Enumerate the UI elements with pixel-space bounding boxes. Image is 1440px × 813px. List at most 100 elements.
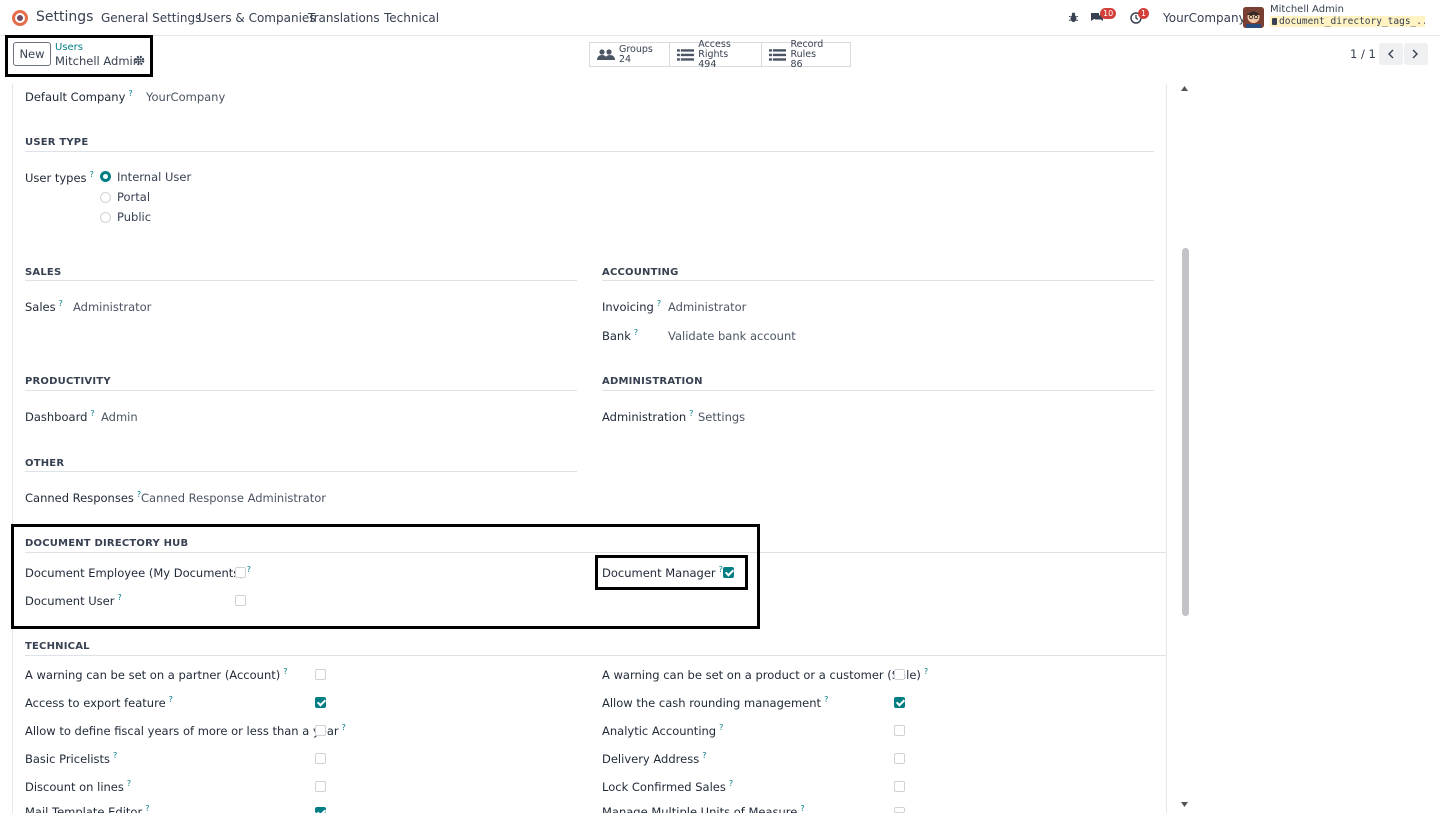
tech-right-4-label: Lock Confirmed Sales? [602, 779, 733, 794]
help-tooltip-icon[interactable]: ? [634, 328, 638, 337]
tech-left-2-checkbox[interactable] [315, 725, 326, 736]
dashboard-field[interactable]: Admin [101, 410, 138, 424]
debug-bug-icon[interactable] [1068, 12, 1079, 23]
dashboard-label-text: Dashboard [25, 409, 88, 424]
help-tooltip-icon[interactable]: ? [702, 751, 706, 760]
scroll-up-icon[interactable] [1181, 86, 1188, 91]
help-tooltip-icon[interactable]: ? [127, 779, 131, 788]
pager-next-button[interactable] [1404, 43, 1428, 65]
smart-access-rights-count: 494 [698, 58, 717, 70]
pager-previous-button[interactable] [1379, 43, 1403, 65]
section-accounting: ACCOUNTING [602, 267, 679, 278]
bank-field[interactable]: Validate bank account [668, 329, 796, 343]
help-tooltip-icon[interactable]: ? [719, 723, 723, 732]
smart-button-groups[interactable]: Groups 24 [589, 42, 670, 67]
help-tooltip-icon[interactable]: ? [689, 409, 693, 418]
sales-label-text: Sales [25, 299, 56, 314]
help-tooltip-icon[interactable]: ? [729, 779, 733, 788]
tech-left-1-label: Access to export feature? [25, 695, 173, 710]
radio-internal-user-label[interactable]: Internal User [117, 170, 191, 184]
help-tooltip-icon[interactable]: ? [283, 667, 287, 676]
help-tooltip-icon[interactable]: ? [113, 751, 117, 760]
divider [25, 471, 577, 472]
radio-portal-label[interactable]: Portal [117, 190, 150, 204]
top-navbar: Settings General Settings Users & Compan… [0, 0, 1440, 36]
tech-right-3-label: Delivery Address? [602, 751, 706, 766]
database-name: document_directory_tags_... [1270, 16, 1425, 27]
tech-right-0-label: A warning can be set on a product or a c… [602, 667, 928, 682]
radio-public[interactable] [100, 212, 111, 223]
divider [25, 280, 577, 281]
help-tooltip-icon[interactable]: ? [824, 695, 828, 704]
user-name[interactable]: Mitchell Admin [1270, 4, 1344, 15]
list-icon [677, 48, 695, 61]
invoicing-label: Invoicing? [602, 299, 661, 314]
administration-field[interactable]: Settings [698, 410, 745, 424]
radio-portal[interactable] [100, 192, 111, 203]
tech-right-0-checkbox[interactable] [894, 669, 905, 680]
section-productivity: PRODUCTIVITY [25, 376, 111, 387]
help-tooltip-icon[interactable]: ? [800, 804, 804, 813]
bank-label: Bank? [602, 328, 638, 343]
help-tooltip-icon[interactable]: ? [90, 170, 94, 179]
tech-left-3-checkbox[interactable] [315, 753, 326, 764]
tech-left-0-checkbox[interactable] [315, 669, 326, 680]
help-tooltip-icon[interactable]: ? [90, 409, 94, 418]
activities-badge: 1 [1138, 8, 1150, 19]
smart-record-rules-label: Record Rules [790, 38, 824, 60]
canned-responses-label: Canned Responses? [25, 490, 141, 505]
smart-record-rules-count: 86 [790, 58, 803, 70]
scroll-down-icon[interactable] [1181, 802, 1188, 807]
invoicing-field[interactable]: Administrator [668, 300, 746, 314]
sales-label: Sales? [25, 299, 63, 314]
tech-left-3-label: Basic Pricelists? [25, 751, 117, 766]
tech-right-1-checkbox[interactable] [894, 697, 905, 708]
menu-general-settings[interactable]: General Settings [101, 11, 201, 25]
company-switcher[interactable]: YourCompany [1163, 11, 1246, 25]
tech-right-0-label-text: A warning can be set on a product or a c… [602, 667, 921, 682]
app-name[interactable]: Settings [36, 9, 93, 25]
help-tooltip-icon[interactable]: ? [59, 299, 63, 308]
smart-button-access-rights[interactable]: Access Rights 494 [669, 39, 762, 70]
menu-translations[interactable]: Translations [308, 11, 380, 25]
help-tooltip-icon[interactable]: ? [657, 299, 661, 308]
tech-left-5-checkbox[interactable] [315, 807, 326, 813]
tech-right-4-checkbox[interactable] [894, 781, 905, 792]
smart-groups-label: Groups [619, 43, 653, 55]
bank-label-text: Bank [602, 328, 631, 343]
tech-right-2-checkbox[interactable] [894, 725, 905, 736]
help-tooltip-icon[interactable]: ? [128, 89, 132, 98]
tech-right-5-checkbox[interactable] [894, 807, 905, 813]
tech-right-2-label: Analytic Accounting? [602, 723, 723, 738]
menu-technical[interactable]: Technical [384, 11, 439, 25]
tech-left-4-label-text: Discount on lines [25, 779, 124, 794]
default-company-label: Default Company? [25, 89, 133, 104]
divider [25, 655, 1166, 656]
help-tooltip-icon[interactable]: ? [169, 695, 173, 704]
sales-field[interactable]: Administrator [73, 300, 151, 314]
menu-users-companies[interactable]: Users & Companies [198, 11, 316, 25]
radio-internal-user[interactable] [100, 171, 111, 182]
tech-left-4-label: Discount on lines? [25, 779, 131, 794]
smart-button-record-rules[interactable]: Record Rules 86 [761, 38, 851, 70]
user-avatar[interactable] [1243, 7, 1264, 28]
radio-public-label[interactable]: Public [117, 210, 151, 224]
default-company-field[interactable]: YourCompany [146, 90, 225, 104]
help-tooltip-icon[interactable]: ? [342, 723, 346, 732]
database-name-label: document_directory_tags_... [1279, 16, 1425, 27]
tech-right-3-checkbox[interactable] [894, 753, 905, 764]
user-types-label-text: User types [25, 170, 87, 185]
tech-left-1-checkbox[interactable] [315, 697, 326, 708]
tech-left-4-checkbox[interactable] [315, 781, 326, 792]
section-sales: SALES [25, 267, 62, 278]
pager-value[interactable]: 1 / 1 [1350, 47, 1376, 61]
divider [602, 390, 1154, 391]
messages-badge: 10 [1100, 8, 1117, 19]
highlight-box-document-manager [595, 555, 748, 590]
app-logo-icon[interactable] [12, 10, 28, 26]
help-tooltip-icon[interactable]: ? [145, 804, 149, 813]
help-tooltip-icon[interactable]: ? [924, 667, 928, 676]
administration-label: Administration? [602, 409, 693, 424]
canned-responses-field[interactable]: Canned Response Administrator [141, 491, 326, 505]
scrollbar-thumb[interactable] [1182, 248, 1189, 616]
